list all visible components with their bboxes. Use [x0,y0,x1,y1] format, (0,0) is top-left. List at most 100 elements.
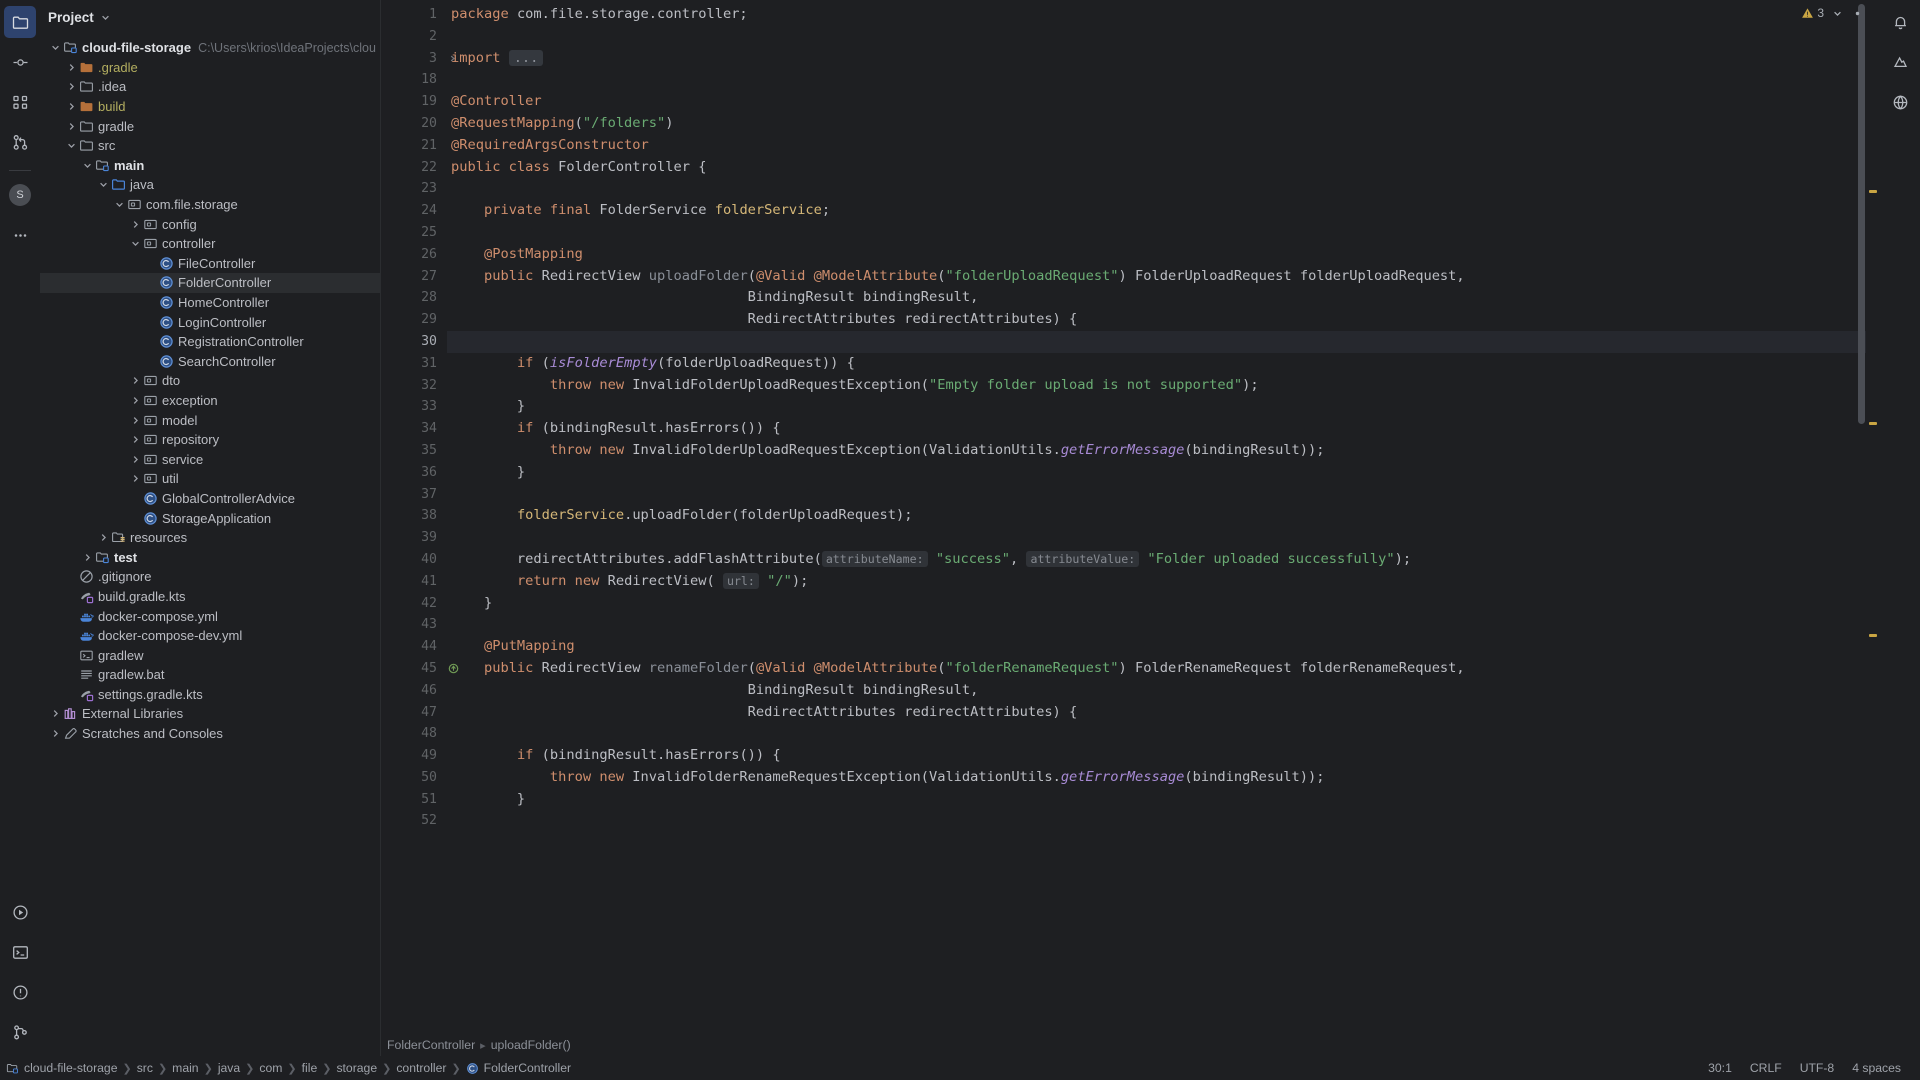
line-number[interactable]: 45 [381,658,458,680]
code-line[interactable]: if (bindingResult.hasErrors()) { [447,745,1866,767]
sidebar-item-commit[interactable] [4,46,36,78]
tree-item-gradlew-bat[interactable]: gradlew.bat [40,665,380,685]
chevron-down-icon[interactable] [48,42,62,53]
code-line[interactable] [447,810,1866,832]
tree-item-searchcontroller[interactable]: SearchController [40,352,380,372]
sidebar-item-terminal[interactable] [4,936,36,968]
code-line[interactable]: package com.file.storage.controller; [447,4,1866,26]
more-tool-windows-button[interactable] [4,219,36,251]
code-line[interactable]: throw new InvalidFolderUploadRequestExce… [447,440,1866,462]
chevron-right-icon[interactable] [128,219,142,230]
line-number[interactable]: 44 [381,636,447,658]
chevron-right-icon[interactable] [128,395,142,406]
tree-item--gradle[interactable]: .gradle [40,58,380,78]
status-crumb-file[interactable]: FolderController [466,1061,571,1075]
file-encoding[interactable]: UTF-8 [1791,1061,1844,1075]
code-line[interactable]: if (isFolderEmpty(folderUploadRequest)) … [447,353,1866,375]
code-line[interactable]: throw new InvalidFolderUploadRequestExce… [447,375,1866,397]
line-number[interactable]: 24 [381,200,447,222]
sidebar-item-project[interactable] [4,6,36,38]
tree-item-gradlew[interactable]: gradlew [40,645,380,665]
code-line[interactable]: RedirectAttributes redirectAttributes) { [447,702,1866,724]
line-number[interactable]: 33 [381,396,447,418]
tree-item-service[interactable]: service [40,449,380,469]
tree-item-storageapplication[interactable]: StorageApplication [40,508,380,528]
tree-item-dto[interactable]: dto [40,371,380,391]
line-number[interactable]: 46 [381,680,447,702]
chevron-down-icon[interactable] [96,179,110,190]
tree-item-exception[interactable]: exception [40,391,380,411]
line-number[interactable]: 29 [381,309,447,331]
account-avatar[interactable]: S [4,179,36,211]
tree-item-test[interactable]: test [40,547,380,567]
code-line[interactable]: } [447,789,1866,811]
code-line[interactable]: RedirectAttributes redirectAttributes) { [447,309,1866,331]
tree-item-logincontroller[interactable]: LoginController [40,312,380,332]
sidebar-item-version-control[interactable] [4,1016,36,1048]
chevron-right-icon[interactable] [128,434,142,445]
database-icon[interactable] [1884,86,1916,118]
status-crumb[interactable]: java [218,1061,240,1075]
code-line[interactable] [447,178,1866,200]
chevron-down-icon[interactable] [128,238,142,249]
chevron-right-icon[interactable] [64,62,78,73]
tree-item-homecontroller[interactable]: HomeController [40,293,380,313]
chevron-right-icon[interactable] [64,81,78,92]
ai-assistant-icon[interactable] [1884,46,1916,78]
code-line[interactable]: public RedirectView renameFolder(@Valid … [447,658,1866,680]
code-line[interactable]: } [447,593,1866,615]
line-number[interactable]: 42 [381,593,447,615]
status-crumb[interactable]: file [302,1061,318,1075]
code-line[interactable]: return new RedirectView( url: "/"); [447,571,1866,593]
code-content[interactable]: package com.file.storage.controller; impo… [447,0,1866,1034]
scrollbar-thumb[interactable] [1858,4,1865,424]
breadcrumb-class[interactable]: FolderController [387,1038,475,1052]
line-number[interactable]: 2 [381,26,447,48]
line-number[interactable]: 30 [381,331,447,353]
status-crumb[interactable]: main [172,1061,198,1075]
chevron-down-icon[interactable] [100,12,111,23]
line-number[interactable]: 36 [381,462,447,484]
tree-item-build[interactable]: build [40,97,380,117]
tree-item--gitignore[interactable]: .gitignore [40,567,380,587]
code-line[interactable]: BindingResult bindingResult, [447,680,1866,702]
code-line[interactable]: throw new InvalidFolderRenameRequestExce… [447,767,1866,789]
chevron-right-icon[interactable] [48,708,62,719]
code-line[interactable] [447,330,1866,353]
tree-item-model[interactable]: model [40,410,380,430]
code-line[interactable]: @PostMapping [447,244,1866,266]
tree-item-build-gradle-kts[interactable]: build.gradle.kts [40,587,380,607]
code-line[interactable]: private final FolderService folderServic… [447,200,1866,222]
inspection-strip[interactable] [1866,0,1880,1034]
status-bar-path[interactable]: cloud-file-storage ❯ src ❯ main ❯ java ❯ com ❯ fil… [6,1061,571,1075]
code-line[interactable]: @RequiredArgsConstructor [447,135,1866,157]
inspection-mark[interactable] [1869,190,1877,193]
code-line[interactable] [447,26,1866,48]
chevron-right-icon[interactable] [64,101,78,112]
line-number[interactable]: 47 [381,702,447,724]
line-number[interactable]: 3 [381,48,455,70]
code-line[interactable]: } [447,462,1866,484]
code-line[interactable]: @RequestMapping("/folders") [447,113,1866,135]
inspection-mark[interactable] [1869,634,1877,637]
project-tree[interactable]: cloud-file-storage C:\Users\krios\IdeaPro… [40,34,380,1056]
line-number[interactable]: 48 [381,723,447,745]
line-number[interactable]: 22 [381,157,447,179]
tree-item-config[interactable]: config [40,214,380,234]
tree-item-src[interactable]: src [40,136,380,156]
line-number[interactable]: 27 [381,266,447,288]
line-number[interactable]: 19 [381,91,447,113]
tree-item-foldercontroller[interactable]: FolderController [40,273,380,293]
line-number[interactable]: 21 [381,135,447,157]
line-number[interactable]: 31 [381,353,447,375]
tree-item-util[interactable]: util [40,469,380,489]
line-number[interactable]: 23 [381,178,447,200]
editor-vertical-scrollbar[interactable] [1857,0,1866,1034]
code-line[interactable]: @Controller [447,91,1866,113]
chevron-right-icon[interactable] [64,121,78,132]
code-line[interactable]: redirectAttributes.addFlashAttribute(att… [447,549,1866,571]
code-line[interactable]: @PutMapping [447,636,1866,658]
line-number[interactable]: 1 [381,4,447,26]
line-number[interactable]: 25 [381,222,447,244]
chevron-down-inspections-icon[interactable] [1832,8,1843,19]
